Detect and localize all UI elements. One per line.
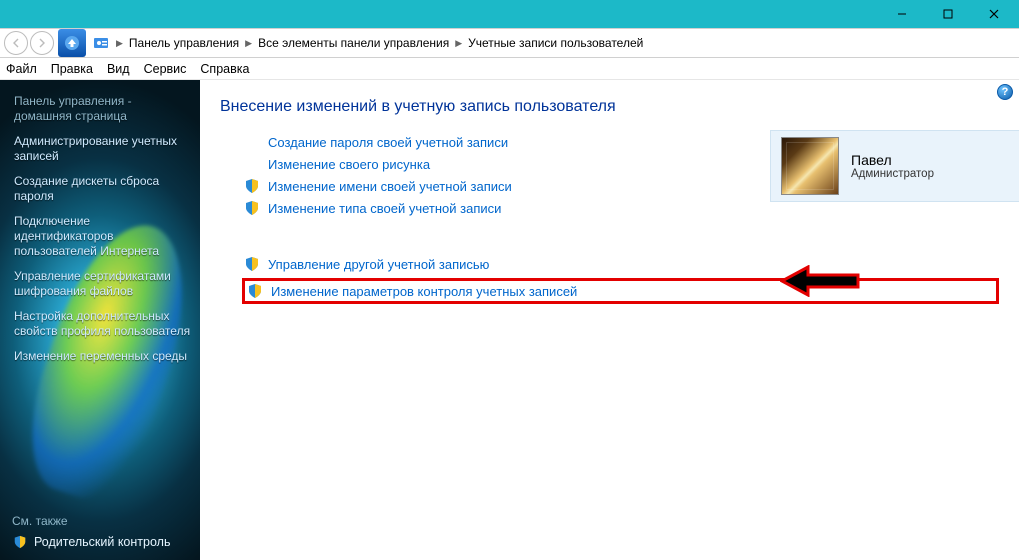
control-panel-icon xyxy=(92,34,110,52)
current-user-tile[interactable]: Павел Администратор xyxy=(770,130,1019,202)
user-name: Павел xyxy=(851,152,934,168)
sidebar-link[interactable]: Управление сертификатами шифрования файл… xyxy=(14,269,192,299)
content-pane: ? Внесение изменений в учетную запись по… xyxy=(200,80,1019,560)
menu-help[interactable]: Справка xyxy=(200,62,249,76)
chevron-right-icon: ▶ xyxy=(455,38,462,49)
link-change-uac[interactable]: Изменение параметров контроля учетных за… xyxy=(271,284,577,299)
sidebar-link[interactable]: Подключение идентификаторов пользователе… xyxy=(14,214,192,259)
shield-icon xyxy=(12,534,28,550)
sidebar-link[interactable]: Создание дискеты сброса пароля xyxy=(14,174,192,204)
maximize-button[interactable] xyxy=(925,0,971,28)
up-button[interactable] xyxy=(58,29,86,57)
sidebar-link[interactable]: Изменение переменных среды xyxy=(14,349,192,364)
user-picture xyxy=(781,137,839,195)
link-change-name[interactable]: Изменение имени своей учетной записи xyxy=(268,179,512,194)
help-icon[interactable]: ? xyxy=(997,84,1013,100)
highlighted-link-row: Изменение параметров контроля учетных за… xyxy=(242,278,999,304)
menu-edit[interactable]: Правка xyxy=(51,62,93,76)
menu-bar: Файл Правка Вид Сервис Справка xyxy=(0,58,1019,80)
parental-control-link[interactable]: Родительский контроль xyxy=(12,534,192,550)
navigation-bar: ▶ Панель управления ▶ Все элементы панел… xyxy=(0,28,1019,58)
minimize-button[interactable] xyxy=(879,0,925,28)
breadcrumb-current[interactable]: Учетные записи пользователей xyxy=(468,36,643,50)
menu-file[interactable]: Файл xyxy=(6,62,37,76)
annotation-arrow-icon xyxy=(780,265,860,297)
shield-icon xyxy=(247,283,263,299)
sidebar-home-link[interactable]: Панель управления - домашняя страница xyxy=(14,94,192,124)
link-change-picture[interactable]: Изменение своего рисунка xyxy=(268,157,430,172)
sidebar-link[interactable]: Настройка дополнительных свойств профиля… xyxy=(14,309,192,339)
forward-button[interactable] xyxy=(30,31,54,55)
close-button[interactable] xyxy=(971,0,1017,28)
chevron-right-icon: ▶ xyxy=(245,38,252,49)
link-create-password[interactable]: Создание пароля своей учетной записи xyxy=(268,135,508,150)
breadcrumb-middle[interactable]: Все элементы панели управления xyxy=(258,36,449,50)
menu-view[interactable]: Вид xyxy=(107,62,130,76)
see-also-label: См. также xyxy=(12,514,192,528)
link-manage-other[interactable]: Управление другой учетной записью xyxy=(268,257,489,272)
main-area: Панель управления - домашняя страница Ад… xyxy=(0,80,1019,560)
shield-icon xyxy=(244,256,260,272)
page-title: Внесение изменений в учетную запись поль… xyxy=(220,98,999,116)
chevron-right-icon: ▶ xyxy=(116,38,123,49)
link-change-type[interactable]: Изменение типа своей учетной записи xyxy=(268,201,501,216)
shield-icon xyxy=(244,178,260,194)
breadcrumb[interactable]: ▶ Панель управления ▶ Все элементы панел… xyxy=(116,36,1015,50)
user-role: Администратор xyxy=(851,168,934,180)
menu-service[interactable]: Сервис xyxy=(144,62,187,76)
window-titlebar xyxy=(0,0,1019,28)
sidebar-link[interactable]: Администрирование учетных записей xyxy=(14,134,192,164)
parental-control-label: Родительский контроль xyxy=(34,535,170,549)
breadcrumb-root[interactable]: Панель управления xyxy=(129,36,239,50)
back-button[interactable] xyxy=(4,31,28,55)
sidebar: Панель управления - домашняя страница Ад… xyxy=(0,80,200,560)
shield-icon xyxy=(244,200,260,216)
